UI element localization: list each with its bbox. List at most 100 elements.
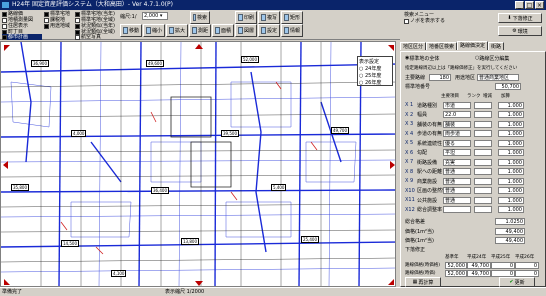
minimize-button[interactable]: _ (515, 1, 524, 9)
radio-std-all[interactable]: ◉ 標準地の全体 (405, 54, 439, 62)
route-price-label[interactable]: 49,700 (331, 127, 349, 134)
factor-label: 商業施設 (417, 178, 438, 185)
factor-rank-select[interactable] (443, 206, 471, 213)
map-view[interactable]: 36,900 49,600 52,000 49,700 4,000 39,500… (0, 41, 396, 287)
search-button[interactable]: 検索 (190, 11, 210, 24)
year-option[interactable]: ○ 26年度 (359, 79, 391, 86)
zoom-out-button[interactable]: 縮小 (143, 24, 165, 37)
factor-rate: 1.000 (498, 196, 524, 204)
close-button[interactable]: × (535, 1, 544, 9)
route-price-label[interactable]: 35,800 (11, 184, 29, 191)
route-no-field[interactable]: 180 (429, 73, 451, 81)
route-panel: ◉ 標準地の全体 ○ 路線区分編集 指定路線周辺以上は「路線価修正」を実行してく… (400, 51, 546, 287)
factor-adj-select[interactable] (474, 111, 492, 118)
factor-rank-select[interactable]: 優る (443, 139, 471, 147)
factor-adj-select[interactable] (474, 196, 492, 204)
factor-adj-select[interactable] (474, 206, 492, 213)
factor-rank-select[interactable]: 平坦 (443, 149, 471, 156)
factor-label: 総合調整率 (417, 207, 443, 213)
area-field[interactable]: 普通商業地区 (477, 73, 519, 81)
route-price-label[interactable]: 14,500 (61, 240, 79, 247)
layer-item-selected[interactable]: 都市計画 (2, 34, 42, 40)
route-price-label[interactable]: 25,400 (301, 236, 319, 243)
year-option[interactable]: ○ 24年度 (359, 65, 391, 72)
factor-rate: 1.000 (498, 120, 524, 128)
factor-adj-select[interactable] (474, 149, 492, 156)
revise-button[interactable]: ⬇ 下落修正 (498, 13, 542, 23)
factor-adj-select[interactable] (474, 168, 492, 175)
update-button[interactable]: ✔ 更新 (499, 277, 535, 287)
info-icon (284, 27, 289, 34)
factor-rank-select[interactable]: 普通 (443, 177, 471, 185)
adj-value[interactable]: 49,400 (495, 236, 525, 244)
route-price-label[interactable]: 39,500 (221, 130, 239, 137)
setting-button[interactable]: 設定 (258, 24, 280, 37)
route-price-label[interactable]: 36,400 (151, 187, 169, 194)
calculator-icon: ▦ (412, 279, 418, 285)
factor-adj-select[interactable] (474, 158, 492, 166)
std-price-field[interactable]: 50,700 (495, 82, 521, 90)
rect-button[interactable]: 矩形 (281, 11, 303, 24)
route-price-label[interactable]: 52,000 (241, 56, 259, 63)
factor-adj-select[interactable] (474, 120, 492, 128)
map-canvas[interactable] (1, 42, 396, 287)
factor-code: X 5 (405, 140, 414, 146)
factor-label: 公共施設 (417, 197, 438, 204)
factor-rank-select[interactable]: 舗装 (443, 120, 471, 128)
scale-select[interactable]: 2,000 ▾ (142, 12, 168, 20)
radio-route-edit[interactable]: ○ 路線区分編集 (475, 54, 509, 62)
factor-rank-select[interactable]: 充実 (443, 158, 471, 166)
route-price-label[interactable]: 13,800 (181, 238, 199, 245)
factor-code: X 2 (405, 111, 414, 118)
factor-adj-select[interactable] (474, 101, 492, 109)
factor-code: X10 (405, 187, 415, 194)
layer-button[interactable]: 図層 (235, 24, 257, 37)
compare-row: 路線価格(時価格) 52,000 49,700 0 0 (405, 261, 539, 269)
tab-district[interactable]: 地区区分 (400, 42, 427, 50)
year-option[interactable]: ○ 25年度 (359, 72, 391, 79)
route-price-label[interactable]: 4,000 (71, 130, 87, 137)
move-button[interactable]: 移動 (120, 24, 142, 37)
check-icon: ✔ (509, 279, 514, 285)
layer-item[interactable]: 用途地域 (44, 23, 70, 29)
zoom-in-button[interactable]: 拡大 (166, 24, 188, 37)
route-price-label[interactable]: 36,900 (31, 60, 49, 67)
table-row: X 9 商業施設 普通 1.000 (405, 177, 524, 185)
factor-rank-select[interactable]: 22.0 (443, 111, 471, 118)
printer-icon (238, 14, 243, 21)
show-nobo-checkbox[interactable]: ノボを表示する (404, 18, 445, 24)
area-button[interactable]: 面積 (212, 24, 234, 37)
route-price-label[interactable]: 5,400 (271, 184, 287, 191)
factor-label: 街路設備 (417, 159, 438, 166)
measure-button[interactable]: 測距 (189, 24, 211, 37)
factor-adj-select[interactable] (474, 139, 492, 147)
environment-button[interactable]: ⚙ 環境 (498, 26, 542, 36)
factor-adj-select[interactable] (474, 130, 492, 137)
factor-rank-select[interactable]: 両歩道 (443, 130, 471, 137)
route-price-label[interactable]: 49,600 (146, 60, 164, 67)
factor-rank-select[interactable]: 市道 (443, 101, 471, 109)
tab-route-price[interactable]: 路線価決定 (457, 41, 489, 50)
info-button[interactable]: 情報 (281, 24, 303, 37)
compare-title: 下落修正 (405, 246, 426, 253)
factor-rank-select[interactable]: 普通 (443, 187, 471, 194)
search-header: 検索メニュー (404, 12, 435, 18)
panel-tabs: 地区区分 地番区検索 路線価決定 街路 (400, 41, 505, 51)
factor-rank-select[interactable]: 普通 (443, 196, 471, 204)
factor-adj-select[interactable] (474, 177, 492, 185)
factor-adj-select[interactable] (474, 187, 492, 194)
layer-item[interactable]: 航空写真 (75, 34, 101, 40)
tab-street[interactable]: 街路 (488, 42, 505, 50)
tab-lot-search[interactable]: 地番区検索 (426, 42, 458, 50)
factor-label: 道路種別 (417, 102, 438, 109)
copy-button[interactable]: 複写 (258, 11, 280, 24)
recalc-button[interactable]: ▦ 再計算 (405, 277, 441, 287)
factor-label: 区画の整然性 (417, 188, 448, 194)
maximize-button[interactable]: □ (525, 1, 534, 9)
route-price-label[interactable]: 4,100 (111, 270, 127, 277)
factor-code: X 6 (405, 149, 414, 156)
factor-rate: 1.000 (498, 177, 524, 185)
table-row: X 7 街路設備 充実 1.000 (405, 158, 524, 166)
factor-rank-select[interactable]: 普通 (443, 168, 471, 175)
print-button[interactable]: 印刷 (235, 11, 257, 24)
